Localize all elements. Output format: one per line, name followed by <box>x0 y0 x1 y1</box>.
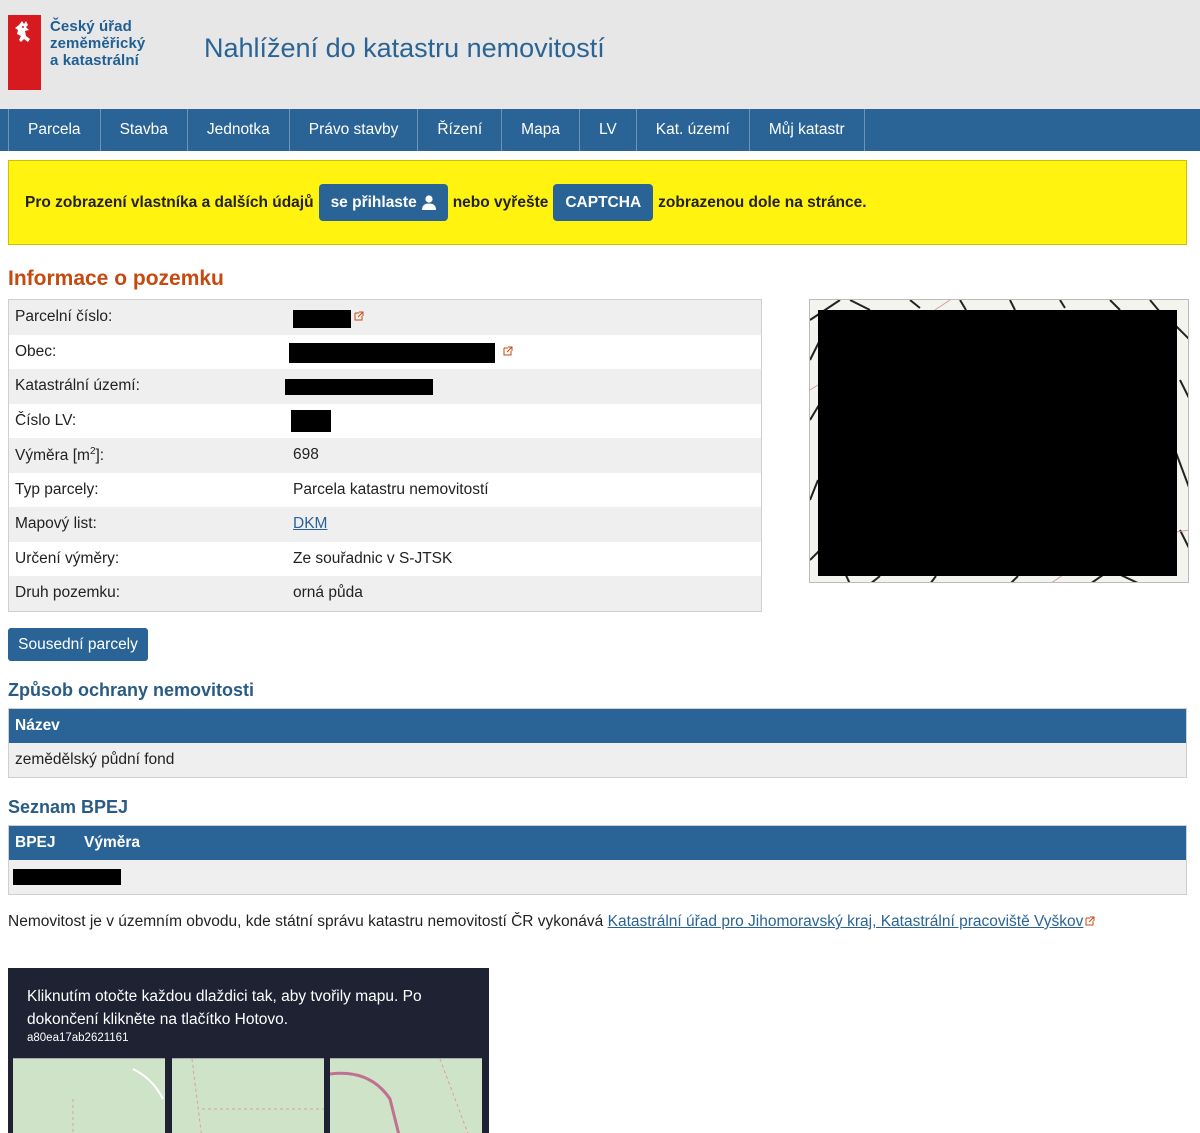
office-link[interactable]: Katastrální úřad pro Jihomoravský kraj, … <box>608 913 1084 930</box>
info-label: Určení výměry: <box>15 549 120 567</box>
map-tile-image <box>191 1059 324 1133</box>
logo-line-2: zeměměřický <box>50 35 146 52</box>
login-button-label: se přihlaste <box>330 193 417 211</box>
redacted-value <box>293 310 351 328</box>
nav-item-rizeni[interactable]: Řízení <box>418 109 503 151</box>
info-heading: Informace o pozemku <box>8 267 224 290</box>
column-nazev: Název <box>15 717 60 734</box>
info-row-urceni-vymery: Určení výměry: Ze souřadnic v S-JTSK <box>9 541 761 576</box>
captcha-widget: Kliknutím otočte každou dlaždici tak, ab… <box>8 968 489 1133</box>
info-label: Katastrální území: <box>15 377 140 395</box>
info-row-kat-uzemi: Katastrální území: <box>9 369 761 404</box>
info-value: DKM <box>293 515 327 533</box>
external-link-icon[interactable] <box>354 311 364 321</box>
info-label: Mapový list: <box>15 515 97 533</box>
captcha-button[interactable]: CAPTCHA <box>553 184 654 221</box>
info-label: Parcelní číslo: <box>15 308 113 326</box>
nav-item-pravo-stavby[interactable]: Právo stavby <box>290 109 419 151</box>
info-value: Parcela katastru nemovitostí <box>293 480 489 498</box>
dkm-link[interactable]: DKM <box>293 515 327 532</box>
footnote-text: Nemovitost je v územním obvodu, kde stát… <box>8 913 604 930</box>
nav-item-mapa[interactable]: Mapa <box>502 109 580 151</box>
protection-value: zemědělský půdní fond <box>15 751 175 768</box>
captcha-button-label: CAPTCHA <box>565 193 642 211</box>
lion-emblem-icon <box>15 21 30 42</box>
logo-line-1: Český úřad <box>50 18 132 35</box>
notice-text-after: zobrazenou dole na stránce. <box>658 193 867 211</box>
login-notice: Pro zobrazení vlastníka a dalších údajů … <box>8 160 1187 245</box>
protection-table-header: Název <box>9 709 1186 743</box>
info-label: Typ parcely: <box>15 480 99 498</box>
info-row-mapovy-list: Mapový list: DKM <box>9 507 761 542</box>
info-value: Ze souřadnic v S-JTSK <box>293 549 453 567</box>
login-button[interactable]: se přihlaste <box>318 184 448 221</box>
protection-heading: Způsob ochrany nemovitosti <box>8 680 255 700</box>
captcha-tile[interactable] <box>172 1058 324 1133</box>
redacted-value <box>289 342 495 363</box>
nav-item-stavba[interactable]: Stavba <box>101 109 188 151</box>
nav-item-muj-katastr[interactable]: Můj katastr <box>750 109 865 151</box>
bpej-table-header: BPEJ Výměra <box>9 826 1186 860</box>
site-title: Nahlížení do katastru nemovitostí <box>204 33 605 63</box>
info-label: Druh pozemku: <box>15 584 121 602</box>
main-navigation: Parcela Stavba Jednotka Právo stavby Říz… <box>0 109 1200 151</box>
protection-table: Název zemědělský půdní fond <box>8 708 1187 778</box>
external-link-icon[interactable] <box>1085 916 1095 926</box>
map-lines <box>810 300 1188 582</box>
parcel-info-table: Parcelní číslo: Obec: Katastrální území:… <box>8 299 762 612</box>
notice-text-before: Pro zobrazení vlastníka a dalších údajů <box>25 193 314 211</box>
redacted-value <box>291 409 331 432</box>
map-tile-image <box>330 1059 469 1133</box>
info-label: Číslo LV: <box>15 411 77 429</box>
bpej-table: BPEJ Výměra <box>8 825 1187 895</box>
logo-line-3: a katastrální <box>50 52 139 69</box>
captcha-id: a80ea17ab2621161 <box>27 1032 129 1044</box>
info-label: Výměra [m2]: <box>15 446 104 465</box>
redacted-value <box>285 379 433 395</box>
info-label-text: Výměra [m <box>15 446 90 464</box>
captcha-instruction: Kliknutím otočte každou dlaždici tak, ab… <box>27 988 422 1028</box>
info-row-vymera: Výměra [m2]: 698 <box>9 438 761 473</box>
captcha-tile[interactable] <box>13 1058 165 1133</box>
info-value: 698 <box>293 446 319 464</box>
notice-text-middle: nebo vyřešte <box>452 193 549 211</box>
bpej-heading: Seznam BPEJ <box>8 797 129 817</box>
nav-item-kat-uzemi[interactable]: Kat. území <box>637 109 750 151</box>
column-vymera: Výměra <box>84 834 141 851</box>
neighbor-parcels-button[interactable]: Sousední parcely <box>8 628 148 661</box>
logo-text[interactable]: Český úřad zeměměřický a katastrální <box>50 18 145 69</box>
site-header: Český úřad zeměměřický a katastrální Nah… <box>0 0 1200 109</box>
nav-item-jednotka[interactable]: Jednotka <box>188 109 290 151</box>
info-value: orná půda <box>293 584 363 602</box>
map-tile-image <box>72 1068 164 1133</box>
info-row-parcel-number: Parcelní číslo: <box>9 300 761 335</box>
table-row: zemědělský půdní fond <box>9 743 1186 777</box>
cuzk-logo[interactable] <box>8 15 41 90</box>
info-label-after: ]: <box>95 446 105 464</box>
info-label: Obec: <box>15 342 57 360</box>
captcha-tile[interactable] <box>330 1058 482 1133</box>
redacted-value <box>13 869 121 885</box>
nav-item-parcela[interactable]: Parcela <box>8 109 101 151</box>
office-footnote: Nemovitost je v územním obvodu, kde stát… <box>8 913 1095 931</box>
info-row-obec: Obec: <box>9 334 761 369</box>
info-row-typ-parcely: Typ parcely: Parcela katastru nemovitost… <box>9 472 761 507</box>
info-row-cislo-lv: Číslo LV: <box>9 403 761 438</box>
table-row <box>9 860 1186 894</box>
user-icon <box>421 195 436 210</box>
parcel-map-thumbnail[interactable] <box>809 299 1189 583</box>
column-bpej: BPEJ <box>15 834 56 851</box>
nav-item-lv[interactable]: LV <box>580 109 637 151</box>
external-link-icon[interactable] <box>503 346 513 356</box>
info-row-druh-pozemku: Druh pozemku: orná půda <box>9 576 761 611</box>
